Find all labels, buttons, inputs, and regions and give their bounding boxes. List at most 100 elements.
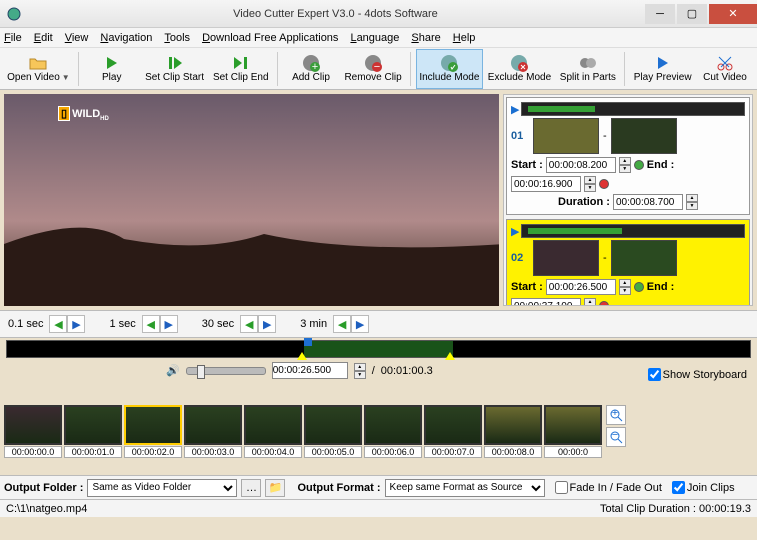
storyboard-frame[interactable]: 00:00:0 xyxy=(544,405,602,458)
frame-timecode: 00:00:01.0 xyxy=(64,446,122,458)
output-folder-label: Output Folder : xyxy=(4,482,83,494)
output-folder-select[interactable]: Same as Video Folder xyxy=(87,479,237,497)
current-time-input[interactable] xyxy=(272,362,348,379)
toolbar-cut-video[interactable]: Cut Video xyxy=(697,49,753,89)
clip-end-input[interactable] xyxy=(511,176,581,192)
spin[interactable]: ▲▼ xyxy=(686,194,698,210)
seek-back-button[interactable]: ◀ xyxy=(49,315,67,333)
status-bar: C:\1\natgeo.mp4 Total Clip Duration : 00… xyxy=(0,499,757,517)
join-clips-checkbox[interactable]: Join Clips xyxy=(672,481,735,494)
storyboard-frame[interactable]: 00:00:06.0 xyxy=(364,405,422,458)
toolbar-split-in-parts[interactable]: Split in Parts xyxy=(556,49,619,89)
storyboard-frame[interactable]: 00:00:01.0 xyxy=(64,405,122,458)
cut-icon xyxy=(717,54,733,72)
toolbar-add-clip[interactable]: +Add Clip xyxy=(283,49,339,89)
output-format-select[interactable]: Keep same Format as Source xyxy=(385,479,545,497)
status-file: C:\1\natgeo.mp4 xyxy=(6,503,600,515)
menu-language[interactable]: Language xyxy=(350,32,399,44)
toolbar-open-video[interactable]: Open Video▼ xyxy=(4,49,73,89)
storyboard-frame[interactable]: 00:00:07.0 xyxy=(424,405,482,458)
clip-start-input[interactable] xyxy=(546,279,616,295)
toolbar-exclude-mode[interactable]: Exclude Mode xyxy=(485,49,555,89)
menu-download-free-applications[interactable]: Download Free Applications xyxy=(202,32,338,44)
video-preview[interactable]: ▯WILDHD xyxy=(4,94,499,306)
spin[interactable]: ▲▼ xyxy=(619,279,631,295)
seek-back-button[interactable]: ◀ xyxy=(333,315,351,333)
show-storyboard-checkbox[interactable]: Show Storyboard xyxy=(648,368,747,381)
svg-text:−: − xyxy=(612,430,618,441)
menu-file[interactable]: File xyxy=(4,32,22,44)
timeline-track[interactable] xyxy=(6,340,751,358)
storyboard-frame[interactable]: 00:00:05.0 xyxy=(304,405,362,458)
seek-group-2: 30 sec ◀▶ xyxy=(202,315,276,333)
seek-label: 30 sec xyxy=(202,318,234,330)
menu-navigation[interactable]: Navigation xyxy=(100,32,152,44)
toolbar-play-preview[interactable]: Play Preview xyxy=(630,49,695,89)
toolbar-set-clip-end[interactable]: Set Clip End xyxy=(209,49,272,89)
goto-start-icon[interactable] xyxy=(634,160,644,170)
frame-timecode: 00:00:02.0 xyxy=(124,446,182,458)
seek-forward-button[interactable]: ▶ xyxy=(160,315,178,333)
clip-01[interactable]: ▶01-Start :▲▼ End :▲▼Duration :▲▼ xyxy=(506,97,750,215)
seek-forward-button[interactable]: ▶ xyxy=(351,315,369,333)
storyboard-frame[interactable]: 00:00:04.0 xyxy=(244,405,302,458)
frame-timecode: 00:00:05.0 xyxy=(304,446,362,458)
fade-checkbox[interactable]: Fade In / Fade Out xyxy=(555,481,662,494)
menu-edit[interactable]: Edit xyxy=(34,32,53,44)
goto-end-icon[interactable] xyxy=(599,179,609,189)
toolbar-remove-clip[interactable]: −Remove Clip xyxy=(341,49,405,89)
time-spinner[interactable]: ▲▼ xyxy=(354,363,366,379)
frame-thumb xyxy=(304,405,362,445)
seek-back-button[interactable]: ◀ xyxy=(142,315,160,333)
clip-progress[interactable] xyxy=(521,102,745,116)
storyboard-frame[interactable]: 00:00:08.0 xyxy=(484,405,542,458)
goto-start-icon[interactable] xyxy=(634,282,644,292)
clip-end-input[interactable] xyxy=(511,298,581,306)
clip-play-icon[interactable]: ▶ xyxy=(511,225,519,238)
menu-share[interactable]: Share xyxy=(411,32,440,44)
clip-play-icon[interactable]: ▶ xyxy=(511,103,519,116)
seek-label: 1 sec xyxy=(109,318,135,330)
frame-timecode: 00:00:04.0 xyxy=(244,446,302,458)
status-total: Total Clip Duration : 00:00:19.3 xyxy=(600,503,751,515)
zoom-out-button[interactable]: − xyxy=(606,427,626,447)
seek-back-button[interactable]: ◀ xyxy=(240,315,258,333)
zoom-in-button[interactable]: + xyxy=(606,405,626,425)
goto-end-icon[interactable] xyxy=(599,301,609,306)
storyboard-frame[interactable]: 00:00:00.0 xyxy=(4,405,62,458)
seek-group-1: 1 sec ◀▶ xyxy=(109,315,177,333)
volume-slider[interactable] xyxy=(186,367,266,375)
menu-view[interactable]: View xyxy=(65,32,89,44)
spin[interactable]: ▲▼ xyxy=(619,157,631,173)
seek-forward-button[interactable]: ▶ xyxy=(258,315,276,333)
maximize-button[interactable]: ▢ xyxy=(677,4,707,24)
toolbar-include-mode[interactable]: Include Mode xyxy=(416,49,483,89)
toolbar-play[interactable]: Play xyxy=(84,49,140,89)
clip-02[interactable]: ▶02-Start :▲▼ End :▲▼Duration :▲▼ xyxy=(506,219,750,306)
minimize-button[interactable]: ─ xyxy=(645,4,675,24)
seek-forward-button[interactable]: ▶ xyxy=(67,315,85,333)
frame-timecode: 00:00:07.0 xyxy=(424,446,482,458)
storyboard: 00:00:00.000:00:01.000:00:02.000:00:03.0… xyxy=(0,403,757,475)
svg-text:+: + xyxy=(612,408,618,419)
clip-duration-input[interactable] xyxy=(613,194,683,210)
spin[interactable]: ▲▼ xyxy=(584,176,596,192)
toolbar-set-clip-start[interactable]: Set Clip Start xyxy=(142,49,208,89)
clip-progress[interactable] xyxy=(521,224,745,238)
seek-label: 3 min xyxy=(300,318,327,330)
menu-help[interactable]: Help xyxy=(453,32,476,44)
frame-timecode: 00:00:08.0 xyxy=(484,446,542,458)
split-icon xyxy=(579,54,597,72)
window-title: Video Cutter Expert V3.0 - 4dots Softwar… xyxy=(28,8,643,20)
frame-thumb xyxy=(124,405,182,445)
open-folder-button[interactable]: 📁 xyxy=(265,479,285,497)
spin[interactable]: ▲▼ xyxy=(584,298,596,306)
clip-start-input[interactable] xyxy=(546,157,616,173)
browse-button[interactable]: … xyxy=(241,479,261,497)
menu-tools[interactable]: Tools xyxy=(164,32,190,44)
storyboard-frame[interactable]: 00:00:02.0 xyxy=(124,405,182,458)
frame-timecode: 00:00:03.0 xyxy=(184,446,242,458)
storyboard-frame[interactable]: 00:00:03.0 xyxy=(184,405,242,458)
close-button[interactable]: ✕ xyxy=(709,4,757,24)
mute-icon[interactable]: 🔊 xyxy=(166,364,180,377)
